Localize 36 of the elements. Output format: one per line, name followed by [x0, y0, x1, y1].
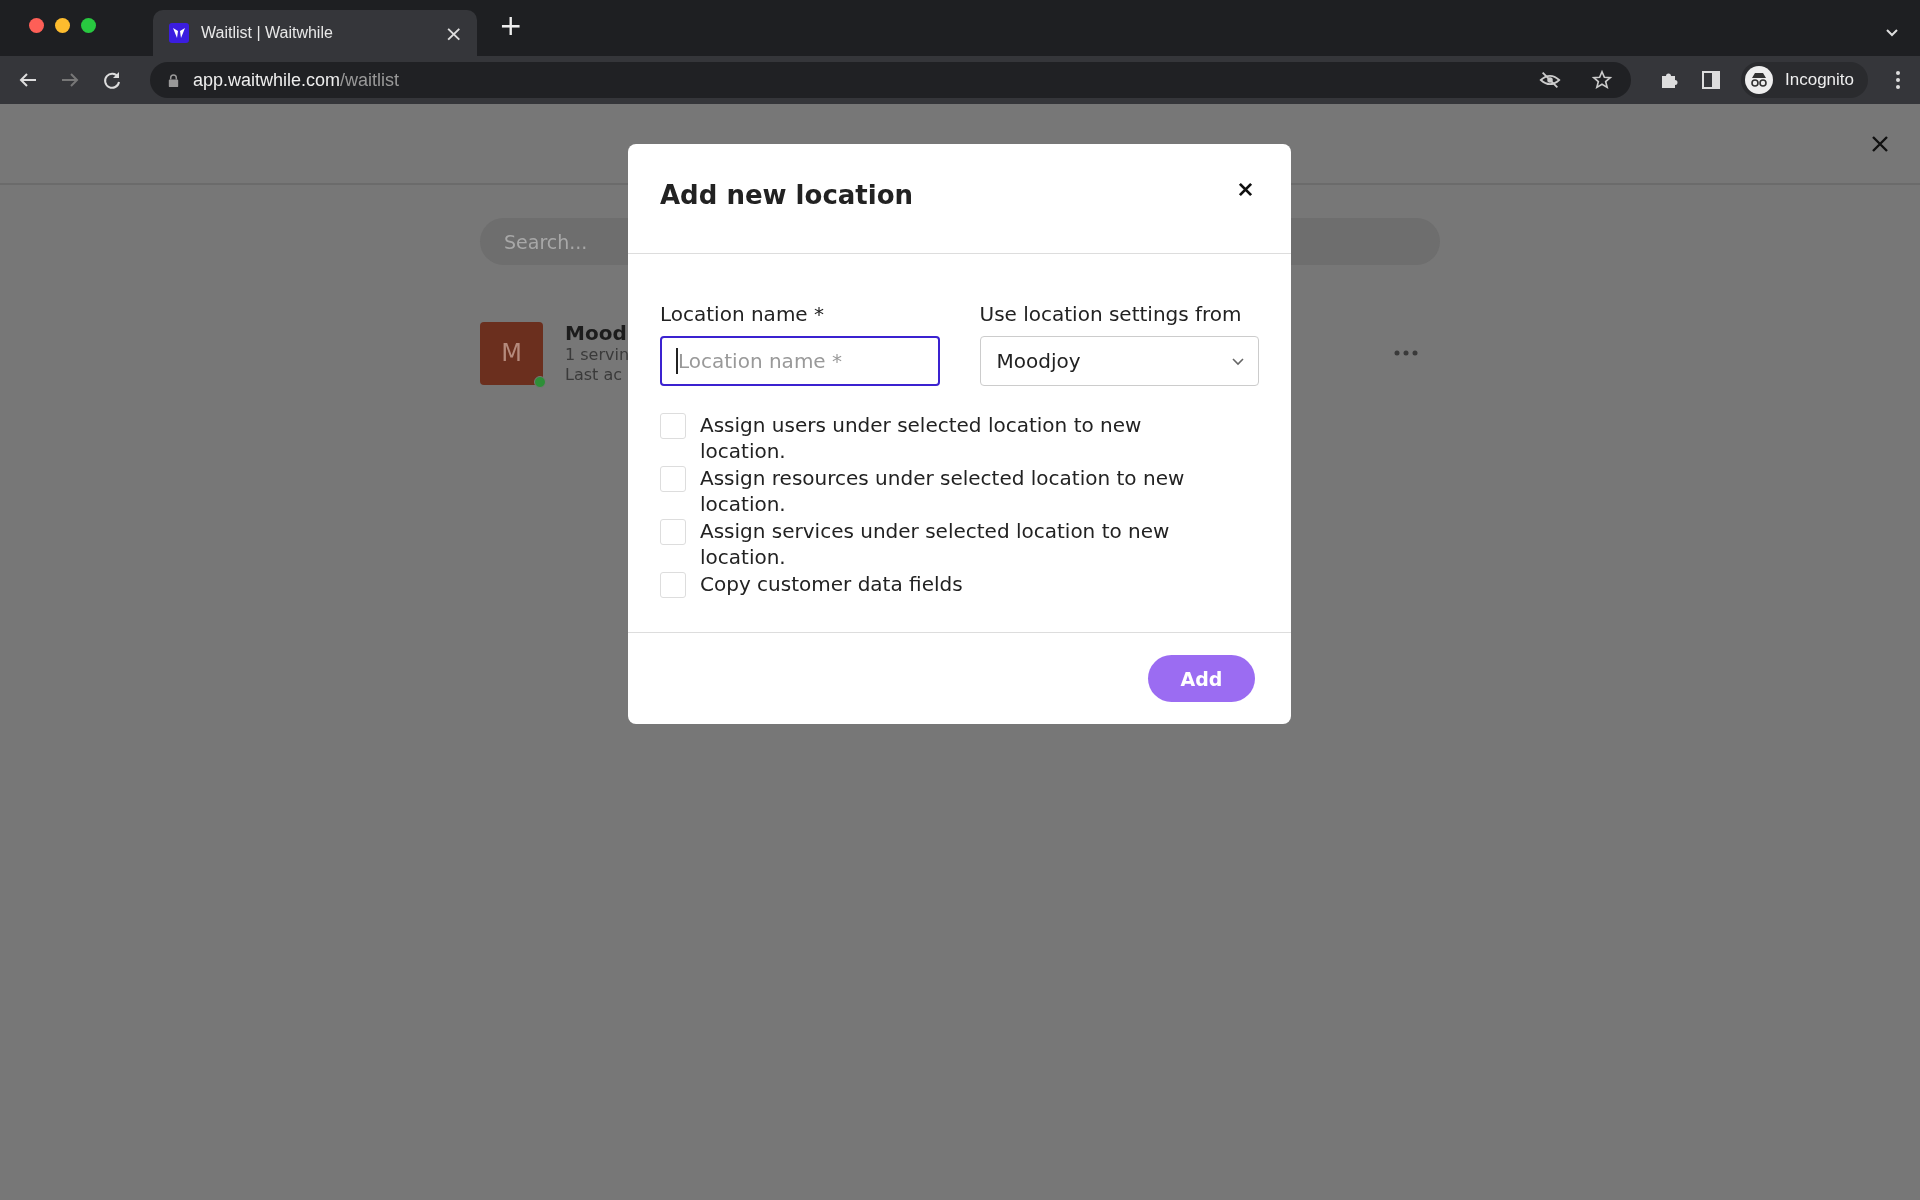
location-detail: Last ac: [565, 365, 622, 385]
side-panel-icon[interactable]: [1699, 68, 1723, 92]
favicon-icon: [169, 23, 189, 43]
tab-close-button[interactable]: ×: [444, 20, 463, 46]
new-tab-button[interactable]: +: [499, 8, 523, 42]
checkbox[interactable]: [660, 519, 686, 545]
url-path: /waitlist: [340, 69, 400, 90]
checkbox-label: Assign resources under selected location to new location.: [700, 465, 1186, 517]
star-icon[interactable]: [1591, 69, 1613, 91]
dialog-title: Add new location: [660, 179, 914, 210]
profile-button[interactable]: Incognito: [1741, 62, 1868, 98]
close-window-button[interactable]: [29, 17, 44, 33]
checkbox[interactable]: [660, 413, 686, 439]
close-icon[interactable]: [1238, 182, 1253, 197]
checkbox-label: Copy customer data fields: [700, 571, 963, 597]
eye-slash-icon[interactable]: [1539, 69, 1561, 91]
url-host: app.waitwhile.com: [193, 69, 341, 90]
dropdown[interactable]: Moodjoy: [979, 336, 1259, 386]
incognito-icon: [1745, 66, 1773, 94]
tab-title: Waitlist | Waitwhile: [201, 24, 334, 42]
maximize-window-button[interactable]: [81, 17, 96, 33]
avatar: M: [480, 321, 543, 385]
location-detail: 1 servin: [565, 345, 630, 365]
checkbox[interactable]: [660, 572, 686, 598]
add-button[interactable]: Add: [1148, 655, 1255, 702]
location-name: Mood: [565, 321, 627, 345]
field-label: Location name *: [660, 302, 826, 326]
checkbox-label: Assign services under selected location to new location.: [700, 518, 1171, 570]
input-field[interactable]: Location name *: [660, 336, 940, 386]
browser-tab[interactable]: Waitlist | Waitwhile ×: [153, 10, 477, 56]
lock-icon: [166, 72, 181, 88]
checkbox-label: Assign users under selected location to new location.: [700, 412, 1143, 464]
minimize-window-button[interactable]: [55, 17, 70, 33]
address-bar[interactable]: app.waitwhile.com/waitlist: [150, 62, 1631, 98]
field-label: Use location settings from: [979, 302, 1243, 326]
checkbox[interactable]: [660, 466, 686, 492]
